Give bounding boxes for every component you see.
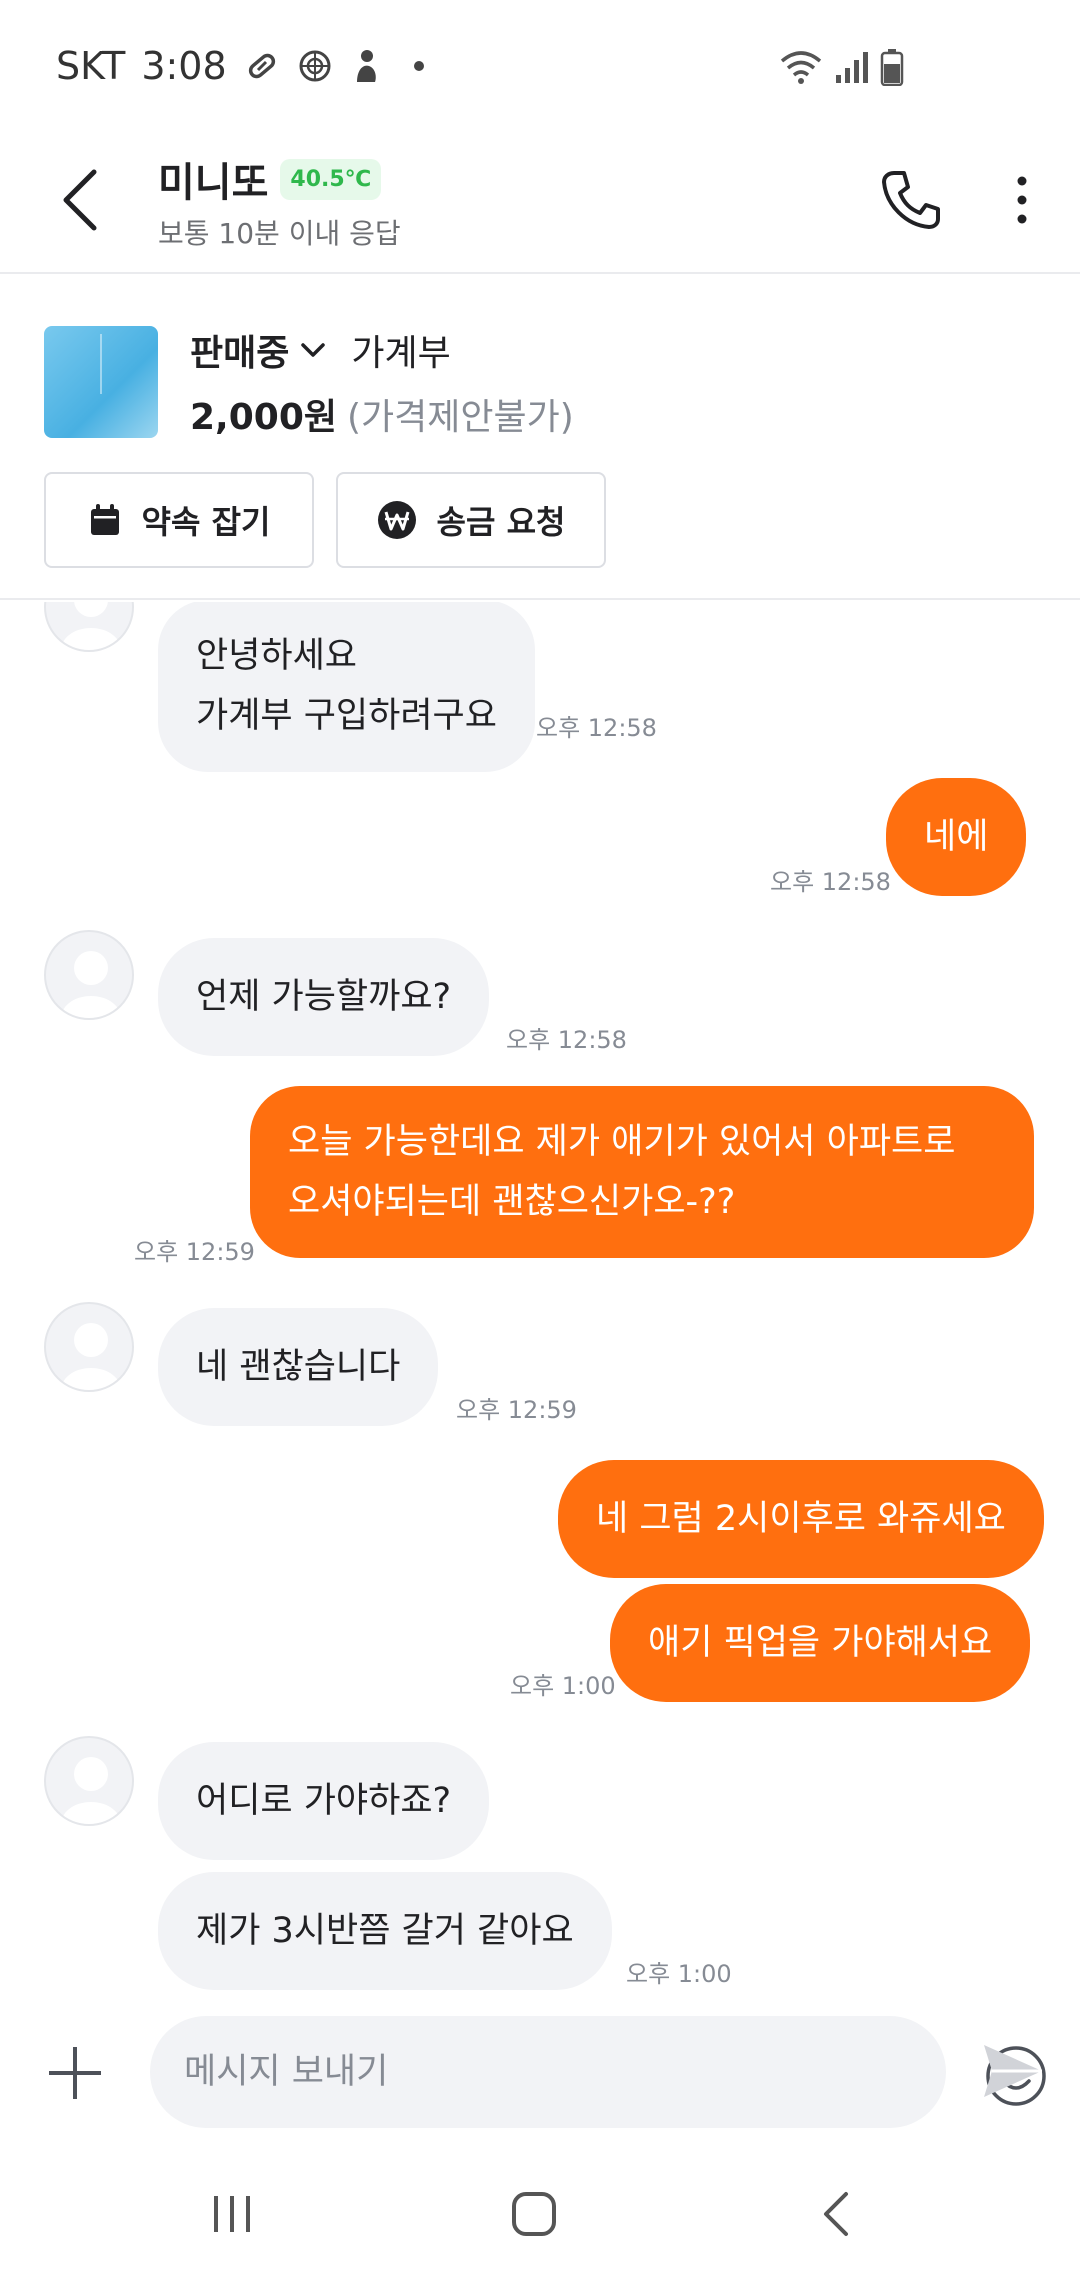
default-profile-icon [61,602,121,650]
default-profile-icon [61,951,121,1018]
product-card: 판매중 가계부 2,000원 (가격제안불가) 약속 잡기 송금 요청 [0,276,1080,600]
product-title: 가계부 [351,333,451,374]
home-button[interactable] [494,2184,574,2244]
message-input[interactable] [184,2016,834,2128]
home-icon [512,2192,556,2236]
price-negotiation-label: (가격제안불가) [347,397,574,438]
recent-apps-icon [214,2196,250,2232]
product-price: 2,000원 [190,397,337,438]
signal-icon [834,49,870,89]
clock: 3:08 [141,44,227,88]
message-bubble-incoming[interactable]: 언제 가능할까요? [158,938,490,1056]
message-text: 제가 3시반쯤 갈거 같아요 [196,1911,574,1951]
message-bubble-incoming[interactable]: 안녕하세요 가계부 구입하려구요 [158,602,535,772]
message-bubble-outgoing[interactable]: 네 그럼 2시이후로 와쥬세요 [558,1460,1044,1578]
message-text: 애기 픽업을 가야해서요 [648,1623,993,1663]
message-bubble-outgoing[interactable]: 오늘 가능한데요 제가 애기가 있어서 아파트로 오셔야되는데 괜찮으신가오-?… [250,1086,1034,1258]
message-bubble-incoming[interactable]: 제가 3시반쯤 갈거 같아요 [158,1872,612,1990]
message-text: 네 괜찮습니다 [196,1347,401,1387]
message-time: 오후 12:58 [506,1026,627,1054]
message-time: 오후 12:59 [134,1238,255,1266]
remit-request-button-label: 송금 요청 [436,503,566,541]
avatar[interactable] [44,930,134,1020]
phone-icon [882,171,940,229]
message-text: 오셔야되는데 괜찮으신가오-?? [288,1182,736,1222]
plus-icon [49,2047,101,2099]
avatar[interactable] [44,1736,134,1826]
default-profile-icon [61,1757,121,1824]
battery-icon [880,48,904,90]
message-text: 어디로 가야하죠? [196,1781,452,1821]
message-bubble-outgoing[interactable]: 애기 픽업을 가야해서요 [610,1584,1031,1702]
appointment-button-label: 약속 잡기 [141,503,271,541]
message-time: 오후 12:58 [536,714,657,742]
message-text: 안녕하세요 [196,636,358,676]
message-time: 오후 12:59 [456,1396,577,1424]
status-bar: SKT 3:08 [0,0,1080,130]
carrier-label: SKT [56,44,126,88]
chevron-down-icon[interactable] [299,340,327,360]
won-coin-icon [377,500,417,540]
message-bubble-outgoing[interactable]: 네에 [886,778,1027,896]
message-list[interactable]: 안녕하세요 가계부 구입하려구요 오후 12:58 네에 오후 12:58 언제… [0,602,1080,1998]
system-navigation-bar [0,2148,1080,2280]
manner-temperature-badge: 40.5℃ [280,158,382,200]
message-text: 가계부 구입하려구요 [196,696,497,736]
more-vertical-icon [1017,176,1027,224]
message-input-container[interactable] [150,2016,1046,2128]
appointment-button[interactable]: 약속 잡기 [44,472,314,568]
message-bubble-incoming[interactable]: 어디로 가야하죠? [158,1742,490,1860]
response-time-label: 보통 10분 이내 응답 [158,217,401,250]
avatar[interactable] [44,602,134,652]
wifi-icon [778,49,824,89]
header-title: 미니또 40.5℃ [158,150,382,208]
person-icon [351,48,381,84]
more-options-button[interactable] [1002,160,1042,240]
chat-header: 미니또 40.5℃ 보통 10분 이내 응답 [0,130,1080,274]
settings-badge-icon [297,48,333,84]
send-icon [984,2045,1042,2097]
calendar-icon [88,503,122,537]
message-text: 네에 [924,817,989,857]
avatar[interactable] [44,1302,134,1392]
message-text: 네 그럼 2시이후로 와쥬세요 [596,1499,1006,1539]
partner-name: 미니또 [158,160,269,206]
default-profile-icon [61,1323,121,1390]
message-time: 오후 12:58 [770,868,891,896]
message-text: 언제 가능할까요? [196,977,452,1017]
attach-button[interactable] [42,2040,108,2106]
back-button[interactable] [50,160,110,240]
back-arrow-icon [63,169,97,231]
product-thumbnail[interactable] [44,326,158,438]
message-bubble-incoming[interactable]: 네 괜찮습니다 [158,1308,439,1426]
send-button[interactable] [978,2036,1048,2106]
call-button[interactable] [876,160,946,240]
message-composer [0,2000,1080,2148]
message-time: 오후 1:00 [626,1960,732,1988]
pill-icon [245,49,279,83]
message-text: 오늘 가능한데요 제가 애기가 있어서 아파트로 [288,1122,956,1162]
back-icon [824,2192,848,2236]
remit-request-button[interactable]: 송금 요청 [336,472,606,568]
message-time: 오후 1:00 [510,1672,616,1700]
dot-icon [399,59,429,73]
system-back-button[interactable] [796,2184,876,2244]
sale-status-dropdown[interactable]: 판매중 [190,324,289,376]
recent-apps-button[interactable] [192,2184,272,2244]
